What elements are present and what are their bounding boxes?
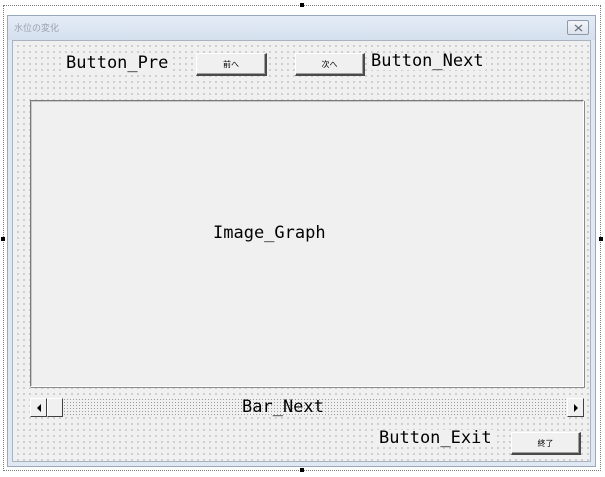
scroll-left-arrow-icon bbox=[36, 403, 41, 412]
exit-button[interactable]: 終了 bbox=[511, 432, 581, 455]
button-exit-label: Button_Exit bbox=[377, 428, 494, 448]
button-pre-label: Button_Pre bbox=[64, 53, 171, 73]
previous-button[interactable]: 前へ bbox=[196, 53, 267, 76]
scroll-left-button[interactable] bbox=[30, 398, 47, 417]
scroll-right-arrow-icon bbox=[573, 403, 578, 412]
next-button-caption: 次へ bbox=[321, 59, 338, 69]
exit-button-caption: 終了 bbox=[537, 438, 554, 448]
form-client-area: Button_Pre 前へ 次へ Button_Next Image_Graph bbox=[12, 40, 591, 462]
resize-handle-right[interactable] bbox=[599, 237, 603, 241]
resize-handle-bottom[interactable] bbox=[300, 468, 304, 472]
userform-window: 水位の変化 Button_Pre 前へ 次へ Button_Next Image… bbox=[7, 15, 596, 467]
button-next-label: Button_Next bbox=[369, 51, 486, 71]
form-title: 水位の変化 bbox=[14, 24, 60, 34]
image-graph: Image_Graph bbox=[30, 100, 584, 387]
scroll-thumb[interactable] bbox=[47, 398, 63, 417]
next-button[interactable]: 次へ bbox=[295, 53, 365, 76]
form-titlebar[interactable]: 水位の変化 bbox=[8, 16, 595, 40]
image-graph-label: Image_Graph bbox=[213, 223, 326, 243]
bar-next-label: Bar_Next bbox=[242, 397, 324, 417]
scroll-right-button[interactable] bbox=[567, 398, 584, 417]
resize-handle-top[interactable] bbox=[300, 3, 304, 7]
close-button[interactable] bbox=[567, 20, 589, 35]
close-icon bbox=[574, 24, 582, 31]
previous-button-caption: 前へ bbox=[223, 59, 239, 69]
resize-handle-left[interactable] bbox=[1, 237, 5, 241]
